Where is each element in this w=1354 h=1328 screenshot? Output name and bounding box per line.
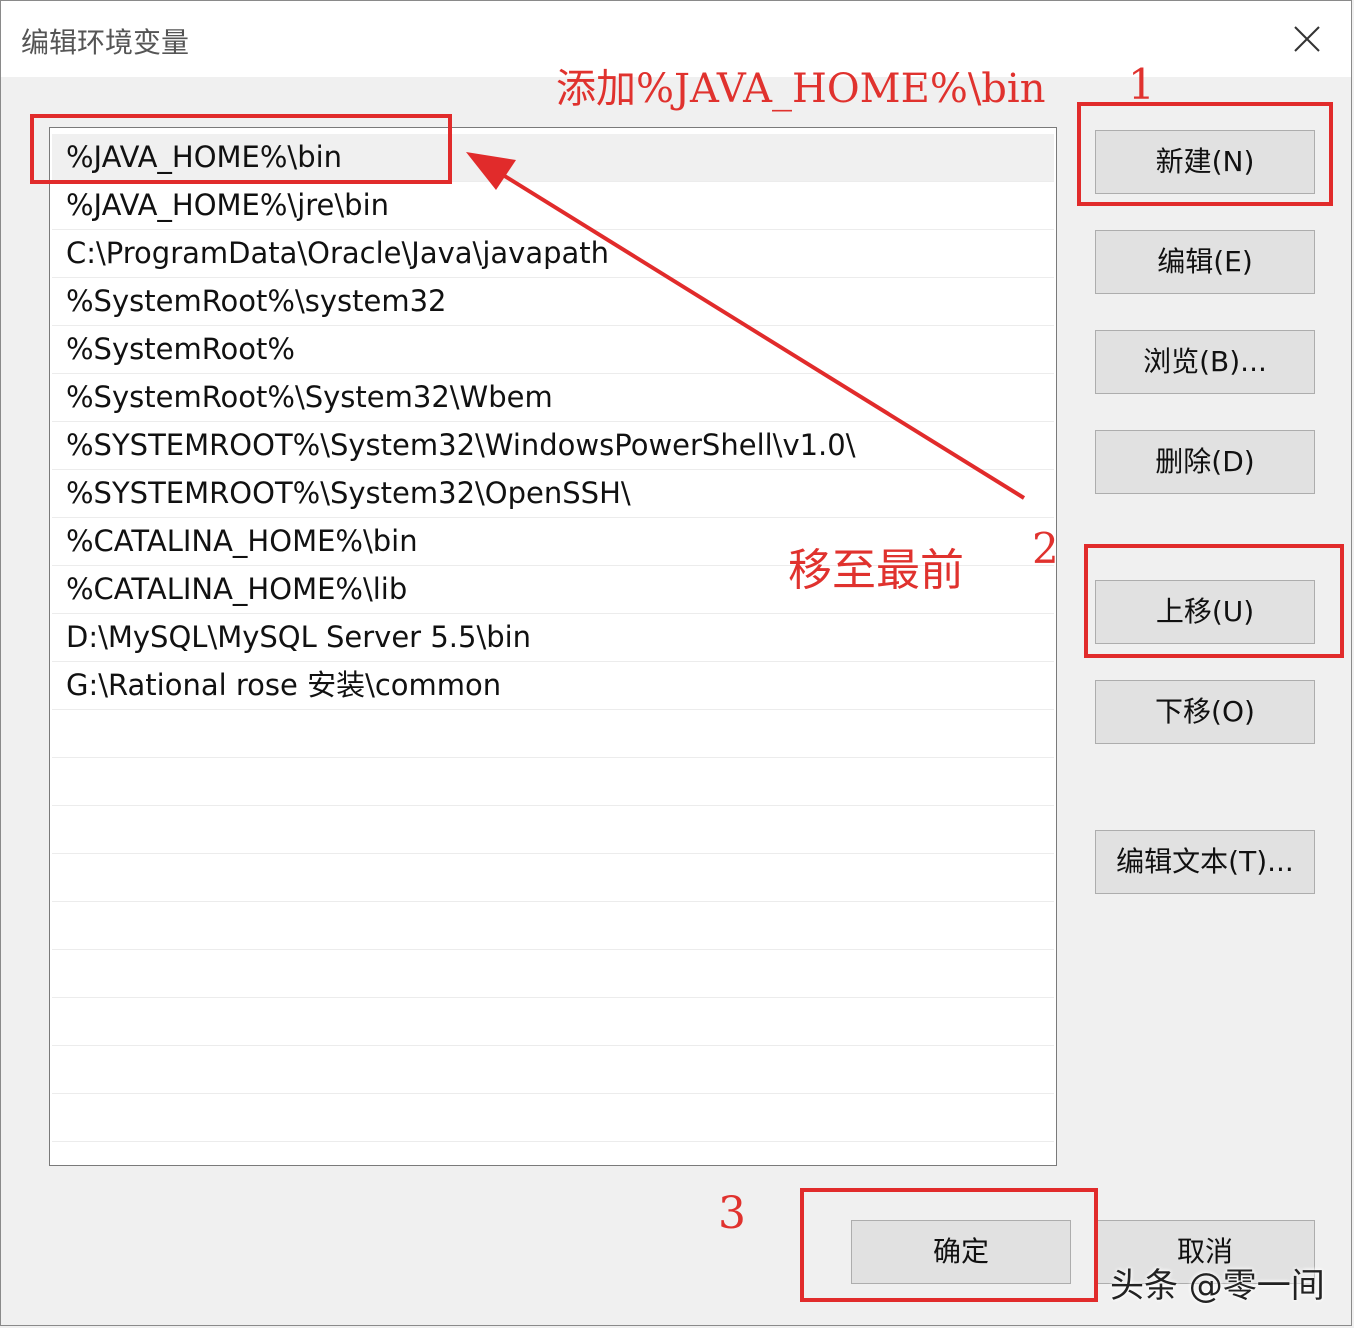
empty-list-row xyxy=(52,758,1054,806)
path-list-item[interactable]: %SystemRoot% xyxy=(52,326,1054,374)
empty-list-row xyxy=(52,806,1054,854)
close-icon xyxy=(1294,26,1320,52)
ok-button[interactable]: 确定 xyxy=(851,1220,1071,1284)
edit-button[interactable]: 编辑(E) xyxy=(1095,230,1315,294)
move-up-button[interactable]: 上移(U) xyxy=(1095,580,1315,644)
close-button[interactable] xyxy=(1283,15,1331,63)
path-list[interactable]: %JAVA_HOME%\bin %JAVA_HOME%\jre\bin C:\Pro… xyxy=(49,127,1057,1166)
empty-list-row xyxy=(52,1046,1054,1094)
path-list-item[interactable]: %JAVA_HOME%\jre\bin xyxy=(52,182,1054,230)
empty-list-row xyxy=(52,710,1054,758)
dialog-title: 编辑环境变量 xyxy=(21,26,190,59)
path-list-item[interactable]: %SYSTEMROOT%\System32\WindowsPowerShell\… xyxy=(52,422,1054,470)
delete-button[interactable]: 删除(D) xyxy=(1095,430,1315,494)
path-list-item[interactable]: %CATALINA_HOME%\bin xyxy=(52,518,1054,566)
edit-text-button[interactable]: 编辑文本(T)... xyxy=(1095,830,1315,894)
path-list-item[interactable]: D:\MySQL\MySQL Server 5.5\bin xyxy=(52,614,1054,662)
empty-list-row xyxy=(52,854,1054,902)
new-button[interactable]: 新建(N) xyxy=(1095,130,1315,194)
path-list-item[interactable]: G:\Rational rose 安装\common xyxy=(52,662,1054,710)
path-list-item[interactable]: %CATALINA_HOME%\lib xyxy=(52,566,1054,614)
empty-list-row xyxy=(52,998,1054,1046)
browse-button[interactable]: 浏览(B)... xyxy=(1095,330,1315,394)
path-list-item[interactable]: %JAVA_HOME%\bin xyxy=(52,134,1054,182)
path-list-item[interactable]: %SYSTEMROOT%\System32\OpenSSH\ xyxy=(52,470,1054,518)
move-down-button[interactable]: 下移(O) xyxy=(1095,680,1315,744)
empty-list-row xyxy=(52,950,1054,998)
path-list-item[interactable]: %SystemRoot%\system32 xyxy=(52,278,1054,326)
empty-list-row xyxy=(52,902,1054,950)
path-list-item[interactable]: %SystemRoot%\System32\Wbem xyxy=(52,374,1054,422)
edit-env-variable-dialog: 编辑环境变量 %JAVA_HOME%\bin %JAVA_HOME%\jre\bi… xyxy=(0,0,1352,1326)
title-bar: 编辑环境变量 xyxy=(1,1,1351,77)
path-list-item[interactable]: C:\ProgramData\Oracle\Java\javapath xyxy=(52,230,1054,278)
watermark: 头条 @零一间 xyxy=(1110,1266,1325,1306)
empty-list-row xyxy=(52,1094,1054,1142)
